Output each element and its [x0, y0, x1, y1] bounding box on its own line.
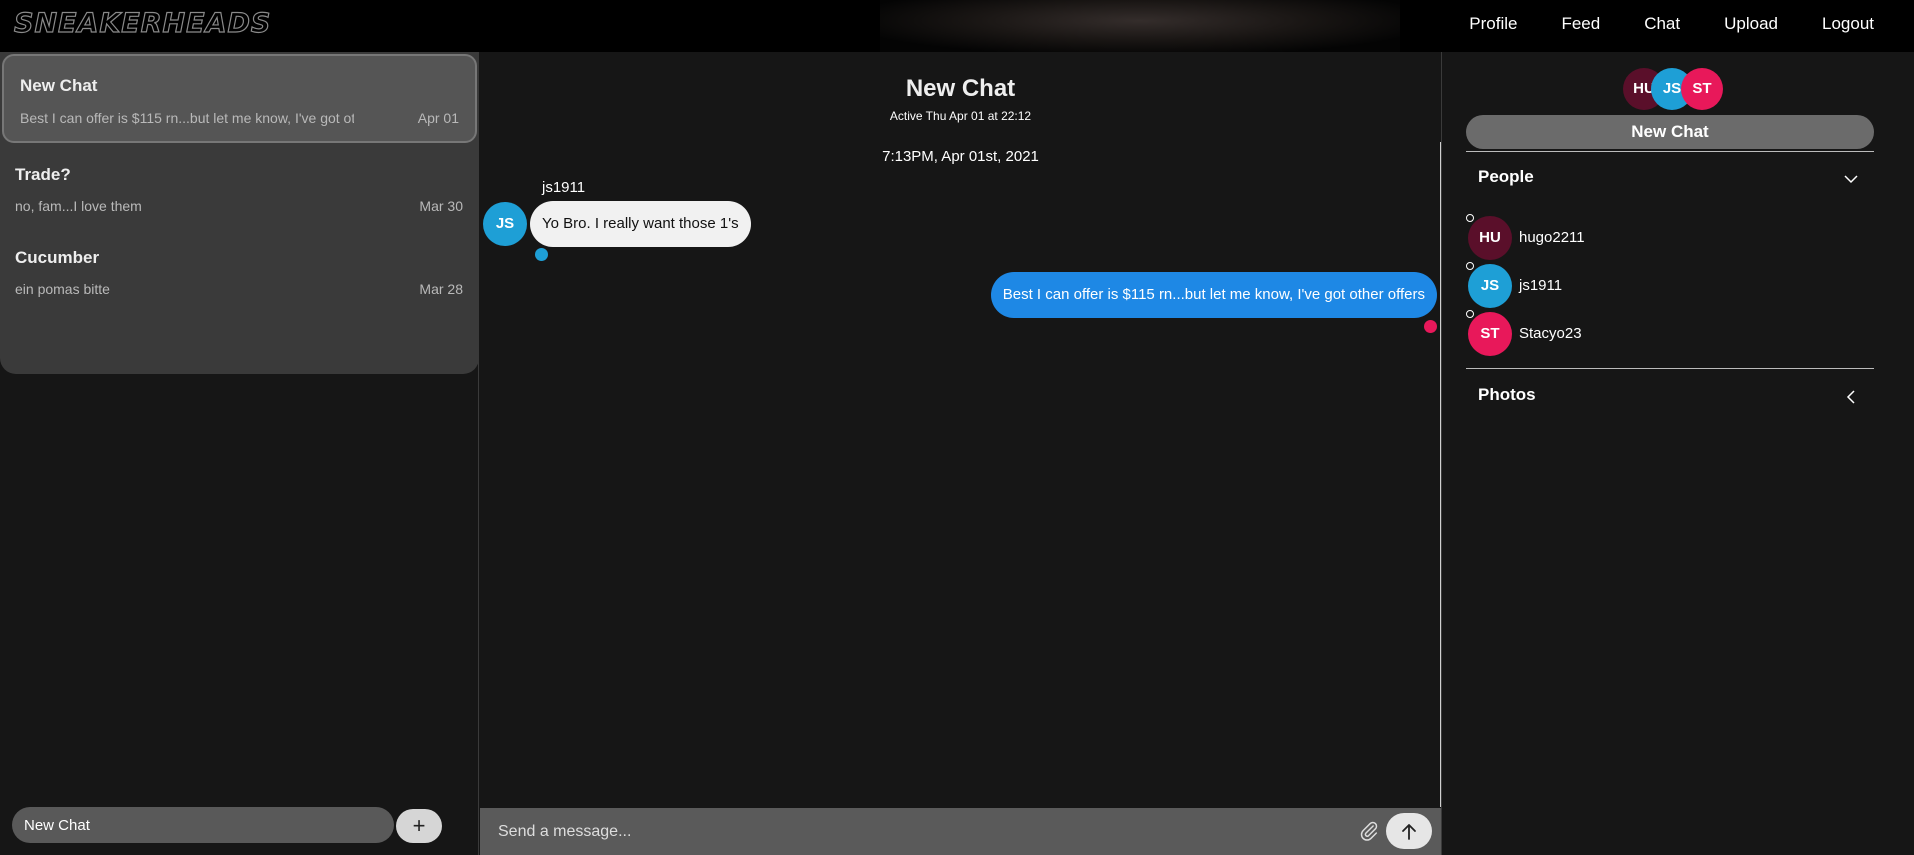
message-input[interactable]	[498, 808, 1338, 855]
header-background-image	[880, 0, 1400, 52]
nav-profile-link[interactable]: Profile	[1469, 14, 1517, 34]
chat-item-date: Apr 01	[417, 110, 459, 126]
chevron-left-icon[interactable]	[1842, 388, 1860, 406]
chat-list-item-cucumber[interactable]: Cucumber ein pomas bitte Mar 28	[0, 243, 479, 323]
avatar: ST	[1468, 312, 1512, 356]
read-receipt-dot	[535, 248, 548, 261]
chat-details-panel: HU JS ST New Chat People HU hugo2211 JS …	[1441, 52, 1914, 855]
chat-item-title: Trade?	[15, 165, 71, 184]
people-item-stacyo23[interactable]: ST Stacyo23	[1466, 310, 1766, 356]
divider	[1466, 151, 1874, 152]
people-heading[interactable]: People	[1478, 167, 1534, 187]
nav-upload-link[interactable]: Upload	[1724, 14, 1778, 34]
person-name: Stacyo23	[1519, 325, 1582, 342]
conversation-status: Active Thu Apr 01 at 22:12	[889, 109, 1032, 123]
conversation-pane: New Chat Active Thu Apr 01 at 22:12 7:13…	[480, 52, 1441, 855]
chat-list: New Chat Best I can offer is $115 rn...b…	[0, 52, 479, 374]
chevron-down-icon[interactable]	[1842, 170, 1860, 188]
divider	[1466, 368, 1874, 369]
chat-item-preview: ein pomas bitte	[15, 281, 110, 297]
chat-item-title: Cucumber	[15, 248, 100, 267]
message-composer	[480, 808, 1441, 855]
add-chat-button[interactable]: +	[396, 809, 442, 843]
chat-sidebar: New Chat Best I can offer is $115 rn...b…	[0, 52, 479, 855]
new-chat-name-input[interactable]	[12, 807, 394, 843]
person-name: hugo2211	[1519, 229, 1585, 246]
chat-item-title: New Chat	[20, 76, 98, 95]
top-navbar: SNEAKERHEADS Profile Feed Chat Upload Lo…	[0, 0, 1914, 52]
nav-logout-link[interactable]: Logout	[1822, 14, 1874, 34]
arrow-up-icon	[1402, 824, 1416, 840]
main-nav: Profile Feed Chat Upload Logout	[1425, 0, 1874, 48]
people-item-js1911[interactable]: JS js1911	[1466, 262, 1766, 308]
incoming-message-bubble: Yo Bro. I really want those 1's	[530, 201, 751, 247]
avatar: JS	[1468, 264, 1512, 308]
nav-chat-link[interactable]: Chat	[1644, 14, 1680, 34]
group-avatar-st: ST	[1681, 68, 1723, 110]
online-status-indicator	[1466, 262, 1474, 270]
chat-item-preview: no, fam...I love them	[15, 198, 142, 214]
online-status-indicator	[1466, 310, 1474, 318]
conversation-title: New Chat	[905, 75, 1016, 102]
message-sender-name: js1911	[542, 179, 586, 196]
chat-item-date: Mar 30	[419, 198, 463, 214]
new-chat-button[interactable]: New Chat	[1466, 115, 1874, 149]
read-receipt-dot	[1424, 320, 1437, 333]
send-button[interactable]	[1386, 813, 1432, 849]
online-status-indicator	[1466, 214, 1474, 222]
people-item-hugo2211[interactable]: HU hugo2211	[1466, 214, 1766, 260]
chat-item-date: Mar 28	[419, 281, 463, 297]
chat-list-item-trade[interactable]: Trade? no, fam...I love them Mar 30	[0, 160, 479, 240]
photos-heading[interactable]: Photos	[1478, 385, 1536, 405]
nav-feed-link[interactable]: Feed	[1561, 14, 1600, 34]
plus-icon: +	[412, 813, 426, 838]
person-name: js1911	[1519, 277, 1563, 294]
sender-avatar[interactable]: JS	[483, 202, 527, 246]
message-timestamp: 7:13PM, Apr 01st, 2021	[882, 148, 1039, 165]
outgoing-message-bubble: Best I can offer is $115 rn...but let me…	[990, 272, 1437, 318]
app-logo[interactable]: SNEAKERHEADS	[13, 7, 271, 39]
avatar: HU	[1468, 216, 1512, 260]
chat-list-item-new-chat[interactable]: New Chat Best I can offer is $115 rn...b…	[2, 54, 477, 143]
paperclip-icon[interactable]	[1358, 820, 1380, 842]
chat-item-preview: Best I can offer is $115 rn...but let me…	[20, 110, 354, 126]
